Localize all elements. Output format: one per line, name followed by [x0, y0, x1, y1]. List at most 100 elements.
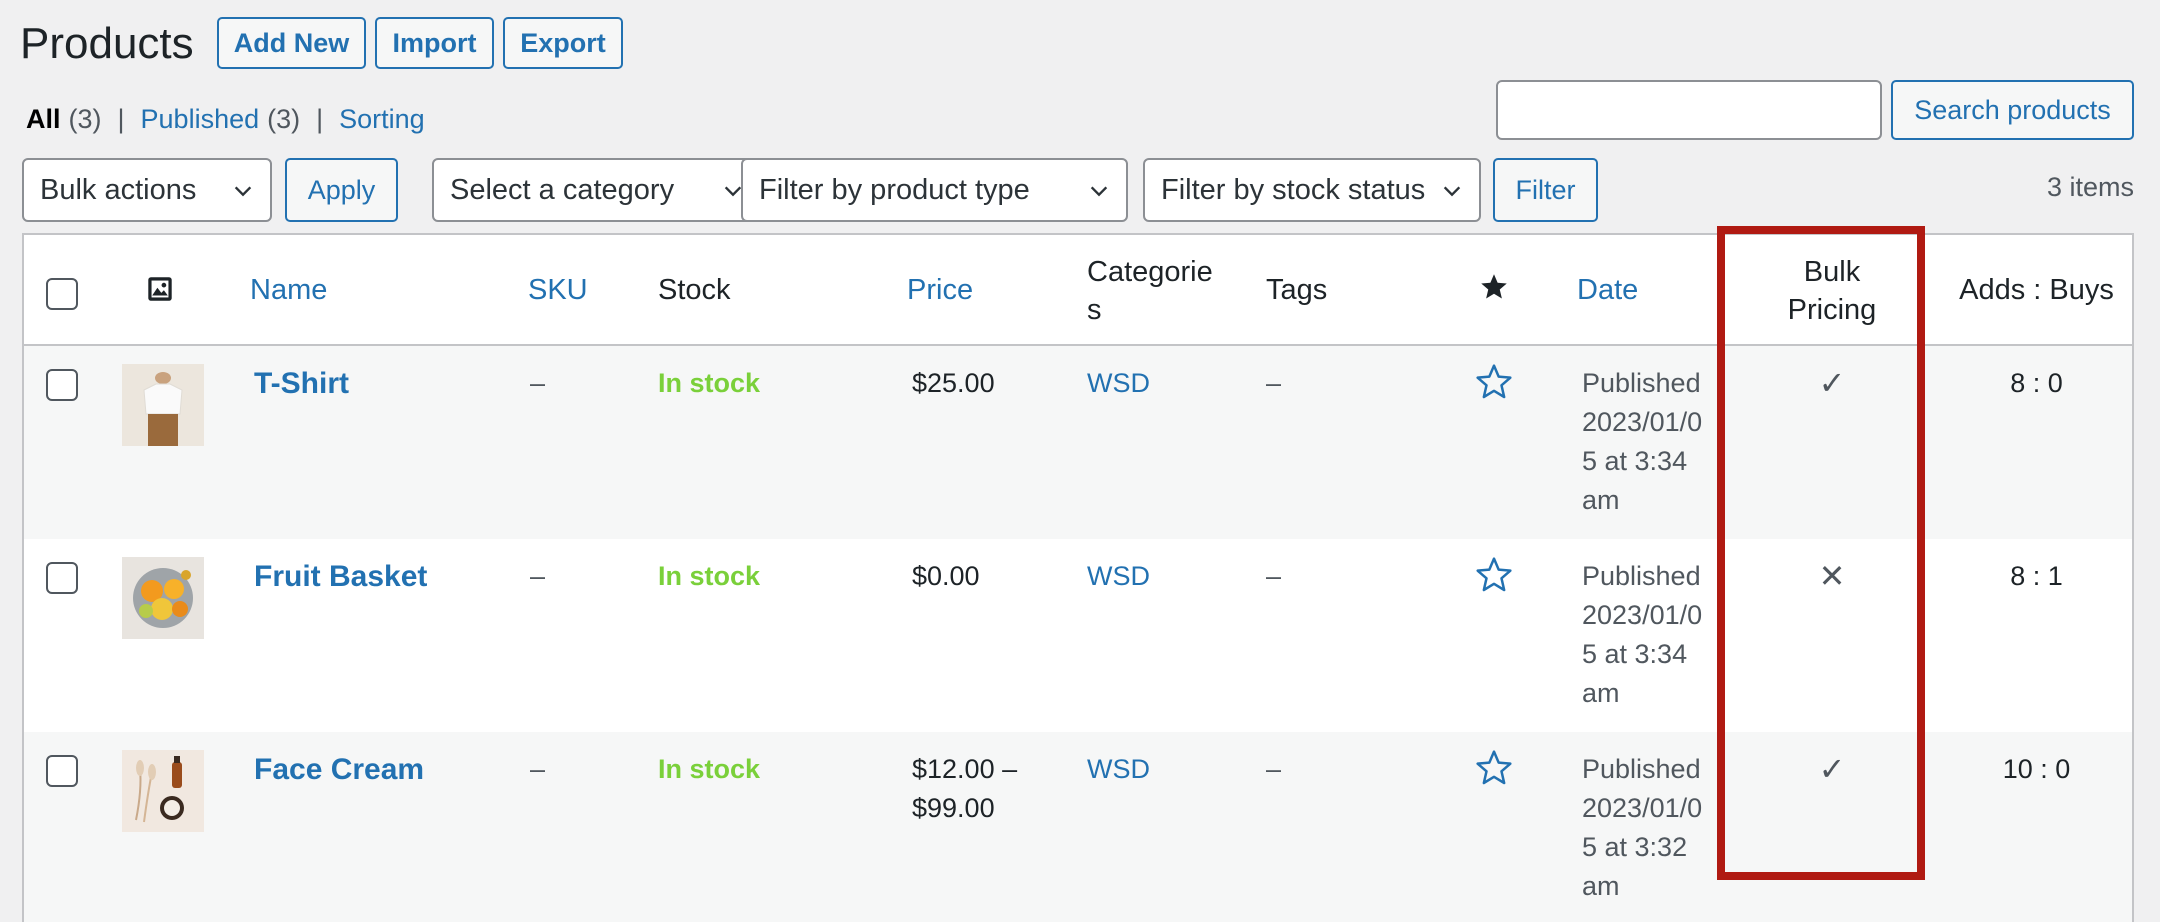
bulk-actions-select[interactable]: Bulk actions: [22, 158, 272, 222]
face-cream-image: [122, 750, 204, 832]
price-line-2: $99.00: [912, 793, 995, 823]
date-line-2: 2023/01/0: [1582, 600, 1703, 630]
star-outline-icon[interactable]: [1474, 555, 1514, 595]
apply-button[interactable]: Apply: [285, 158, 398, 222]
date-value: Published 2023/01/0 5 at 3:34 am: [1582, 557, 1702, 713]
price-line-1: $25.00: [912, 368, 995, 398]
row-checkbox[interactable]: [46, 369, 78, 401]
star-filled-icon[interactable]: [1479, 272, 1509, 302]
column-stock: Stock: [658, 274, 731, 306]
date-line-1: Published: [1582, 368, 1701, 398]
select-all-checkbox[interactable]: [46, 278, 78, 310]
column-categories: Categorie s: [1087, 253, 1213, 329]
export-button[interactable]: Export: [503, 17, 623, 69]
stock-status-value: Filter by stock status: [1161, 173, 1426, 206]
column-categories-line-1: Categorie: [1087, 256, 1213, 288]
stock-status: In stock: [658, 754, 761, 784]
sku-value: –: [530, 561, 546, 591]
star-outline-icon[interactable]: [1474, 748, 1514, 788]
table-row: Fruit Basket – In stock $0.00 WSD – Publ…: [24, 539, 2132, 732]
bulk-actions-value: Bulk actions: [40, 173, 197, 206]
row-checkbox[interactable]: [46, 562, 78, 594]
image-icon: [148, 277, 172, 301]
stock-status-select[interactable]: Filter by stock status: [1143, 158, 1481, 222]
product-name-link[interactable]: Fruit Basket: [254, 557, 427, 597]
date-line-2: 2023/01/0: [1582, 793, 1703, 823]
column-tags: Tags: [1266, 274, 1328, 306]
chevron-down-icon: [1090, 186, 1108, 197]
adds-buys-value: 8 : 0: [2010, 368, 2063, 398]
sku-value: –: [530, 754, 546, 784]
date-line-3: 5 at 3:34: [1582, 639, 1688, 669]
column-name[interactable]: Name: [250, 271, 327, 309]
view-sorting-link[interactable]: Sorting: [339, 104, 425, 135]
view-separator: |: [117, 104, 125, 134]
date-line-2: 2023/01/0: [1582, 407, 1703, 437]
price-value: $12.00 – $99.00: [912, 750, 1017, 828]
date-line-4: am: [1582, 678, 1620, 708]
cross-icon: ✕: [1818, 558, 1846, 594]
product-type-select[interactable]: Filter by product type: [741, 158, 1128, 222]
category-select[interactable]: Select a category: [432, 158, 762, 222]
filter-button[interactable]: Filter: [1493, 158, 1598, 222]
import-button[interactable]: Import: [375, 17, 494, 69]
product-name-link[interactable]: Face Cream: [254, 750, 424, 790]
view-filters: All (3) | Published (3) | Sorting: [26, 104, 425, 135]
category-link[interactable]: WSD: [1087, 750, 1150, 789]
adds-buys-value: 10 : 0: [2002, 754, 2071, 784]
date-line-4: am: [1582, 871, 1620, 901]
column-bulk-pricing: Bulk Pricing: [1727, 253, 1937, 329]
table-row: Face Cream – In stock $12.00 – $99.00 WS…: [24, 732, 2132, 922]
view-all-count: (3): [68, 104, 102, 134]
page-title: Products: [20, 19, 194, 68]
price-line-1: $0.00: [912, 561, 980, 591]
view-separator: |: [316, 104, 324, 134]
product-thumbnail[interactable]: [122, 557, 204, 639]
column-date[interactable]: Date: [1577, 271, 1638, 309]
search-input[interactable]: [1496, 80, 1882, 140]
product-thumbnail[interactable]: [122, 750, 204, 832]
column-bulk-pricing-line-2: Pricing: [1787, 294, 1877, 326]
date-line-3: 5 at 3:34: [1582, 446, 1688, 476]
column-adds-buys: Adds : Buys: [1959, 274, 2114, 306]
category-value: Select a category: [450, 173, 675, 206]
sku-value: –: [530, 368, 546, 398]
date-line-1: Published: [1582, 754, 1701, 784]
row-checkbox[interactable]: [46, 755, 78, 787]
products-table: Name SKU Stock Price Categorie s Tags Da…: [22, 233, 2134, 922]
column-price[interactable]: Price: [907, 271, 973, 309]
date-line-3: 5 at 3:32: [1582, 832, 1688, 862]
date-value: Published 2023/01/0 5 at 3:34 am: [1582, 364, 1702, 520]
product-thumbnail[interactable]: [122, 364, 204, 446]
product-type-value: Filter by product type: [759, 173, 1030, 206]
fruit-basket-image: [122, 557, 204, 639]
stock-status: In stock: [658, 561, 761, 591]
chevron-down-icon: [234, 186, 252, 197]
category-link[interactable]: WSD: [1087, 557, 1150, 596]
checkmark-icon: ✓: [1818, 751, 1846, 787]
items-count: 3 items: [2046, 172, 2134, 202]
date-line-1: Published: [1582, 561, 1701, 591]
column-categories-line-2: s: [1087, 294, 1102, 326]
view-published-link[interactable]: Published: [141, 104, 260, 135]
price-value: $0.00: [912, 557, 980, 596]
tags-value: –: [1266, 561, 1282, 591]
date-line-4: am: [1582, 485, 1620, 515]
table-row: T-Shirt – In stock $25.00 WSD – Publishe…: [24, 346, 2132, 539]
star-outline-icon[interactable]: [1474, 362, 1514, 402]
view-all-link[interactable]: All: [26, 104, 61, 135]
tshirt-image: [122, 364, 204, 446]
column-bulk-pricing-line-1: Bulk: [1803, 256, 1861, 288]
tags-value: –: [1266, 754, 1282, 784]
search-products-button[interactable]: Search products: [1891, 80, 2134, 140]
column-sku[interactable]: SKU: [528, 271, 588, 309]
price-value: $25.00: [912, 364, 995, 403]
add-new-button[interactable]: Add New: [217, 17, 366, 69]
table-header: Name SKU Stock Price Categorie s Tags Da…: [24, 235, 2132, 346]
date-value: Published 2023/01/0 5 at 3:32 am: [1582, 750, 1702, 906]
tags-value: –: [1266, 368, 1282, 398]
product-name-link[interactable]: T-Shirt: [254, 364, 349, 404]
price-line-1: $12.00 –: [912, 754, 1018, 784]
category-link[interactable]: WSD: [1087, 364, 1150, 403]
adds-buys-value: 8 : 1: [2010, 561, 2063, 591]
